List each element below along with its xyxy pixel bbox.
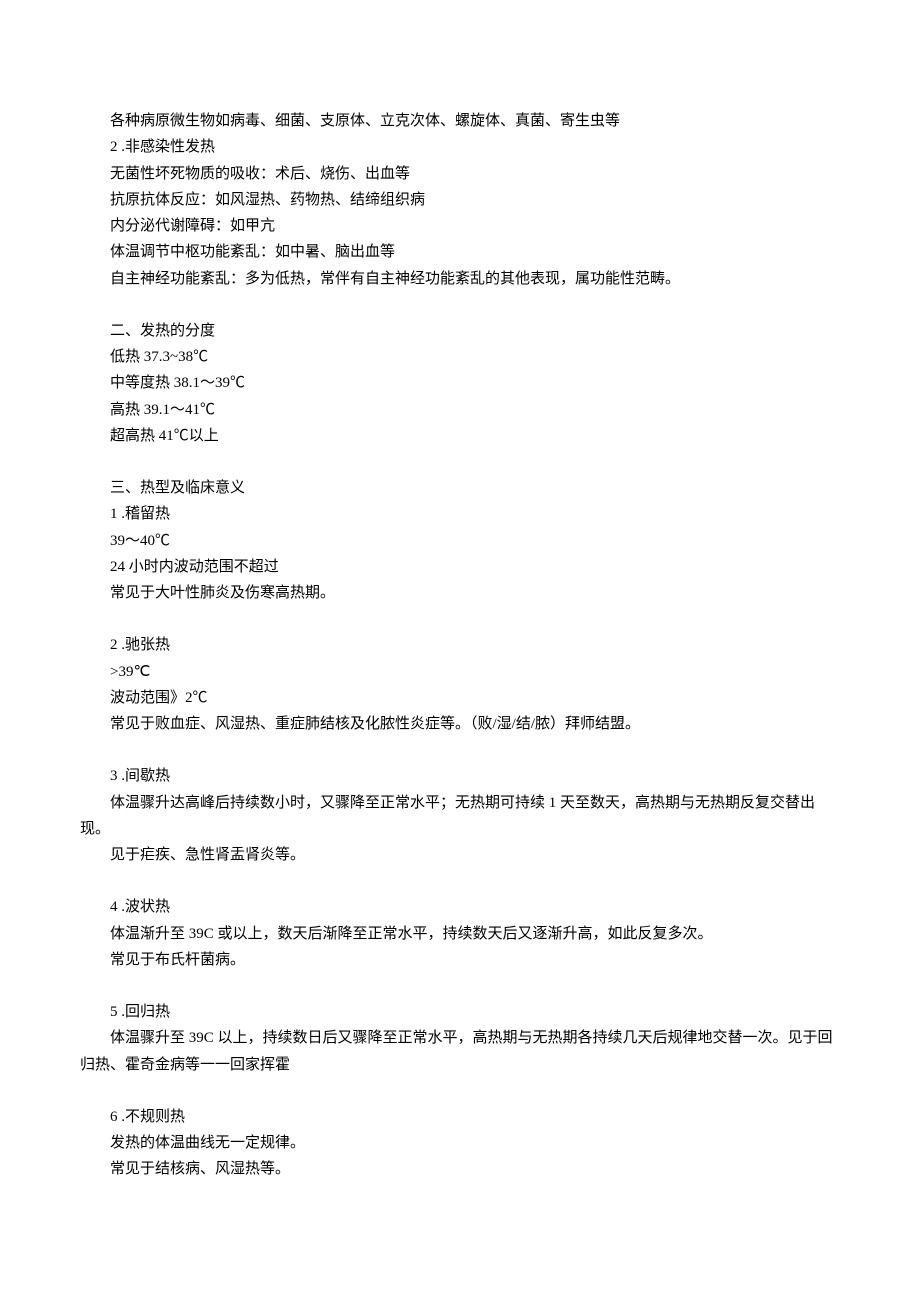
text-line: 发热的体温曲线无一定规律。 xyxy=(80,1130,840,1156)
text-line: 39～40℃ xyxy=(80,528,840,554)
document-page: 各种病原微生物如病毒、细菌、支原体、立克次体、螺旋体、真菌、寄生虫等2 .非感染… xyxy=(0,0,920,1243)
text-line: 常见于大叶性肺炎及伤寒高热期。 xyxy=(80,580,840,606)
text-line: 6 .不规则热 xyxy=(80,1104,840,1130)
text-line: 二、发热的分度 xyxy=(80,318,840,344)
text-line: 抗原抗体反应：如风湿热、药物热、结缔组织病 xyxy=(80,187,840,213)
blank-line xyxy=(80,737,840,763)
text-line: 无菌性坏死物质的吸收：术后、烧伤、出血等 xyxy=(80,161,840,187)
blank-line xyxy=(80,1078,840,1104)
blank-line xyxy=(80,868,840,894)
text-line: 2 .非感染性发热 xyxy=(80,134,840,160)
text-line: 3 .间歇热 xyxy=(80,763,840,789)
text-line: 体温骤升至 39C 以上，持续数日后又骤降至正常水平，高热期与无热期各持续几天后… xyxy=(80,1025,840,1078)
document-body: 各种病原微生物如病毒、细菌、支原体、立克次体、螺旋体、真菌、寄生虫等2 .非感染… xyxy=(80,108,840,1183)
text-line: 三、热型及临床意义 xyxy=(80,475,840,501)
text-line: 体温骤升达高峰后持续数小时，又骤降至正常水平；无热期可持续 1 天至数天，高热期… xyxy=(80,790,840,843)
text-line: 中等度热 38.1～39℃ xyxy=(80,370,840,396)
text-line: 常见于败血症、风湿热、重症肺结核及化脓性炎症等。（败/湿/结/脓）拜师结盟。 xyxy=(80,711,840,737)
text-line: >39℃ xyxy=(80,659,840,685)
text-line: 5 .回归热 xyxy=(80,999,840,1025)
text-line: 见于疟疾、急性肾盂肾炎等。 xyxy=(80,842,840,868)
text-line: 内分泌代谢障碍：如甲亢 xyxy=(80,213,840,239)
blank-line xyxy=(80,606,840,632)
text-line: 高热 39.1～41℃ xyxy=(80,397,840,423)
blank-line xyxy=(80,973,840,999)
text-line: 各种病原微生物如病毒、细菌、支原体、立克次体、螺旋体、真菌、寄生虫等 xyxy=(80,108,840,134)
text-line: 体温渐升至 39C 或以上，数天后渐降至正常水平，持续数天后又逐渐升高，如此反复… xyxy=(80,921,840,947)
text-line: 24 小时内波动范围不超过 xyxy=(80,554,840,580)
text-line: 体温调节中枢功能紊乱：如中暑、脑出血等 xyxy=(80,239,840,265)
text-line: 波动范围》2℃ xyxy=(80,685,840,711)
blank-line xyxy=(80,449,840,475)
text-line: 自主神经功能紊乱：多为低热，常伴有自主神经功能紊乱的其他表现，属功能性范畴。 xyxy=(80,266,840,292)
text-line: 常见于结核病、风湿热等。 xyxy=(80,1156,840,1182)
text-line: 常见于布氏杆菌病。 xyxy=(80,947,840,973)
blank-line xyxy=(80,292,840,318)
text-line: 2 .驰张热 xyxy=(80,632,840,658)
text-line: 1 .稽留热 xyxy=(80,501,840,527)
text-line: 4 .波状热 xyxy=(80,894,840,920)
text-line: 低热 37.3~38℃ xyxy=(80,344,840,370)
text-line: 超高热 41℃以上 xyxy=(80,423,840,449)
